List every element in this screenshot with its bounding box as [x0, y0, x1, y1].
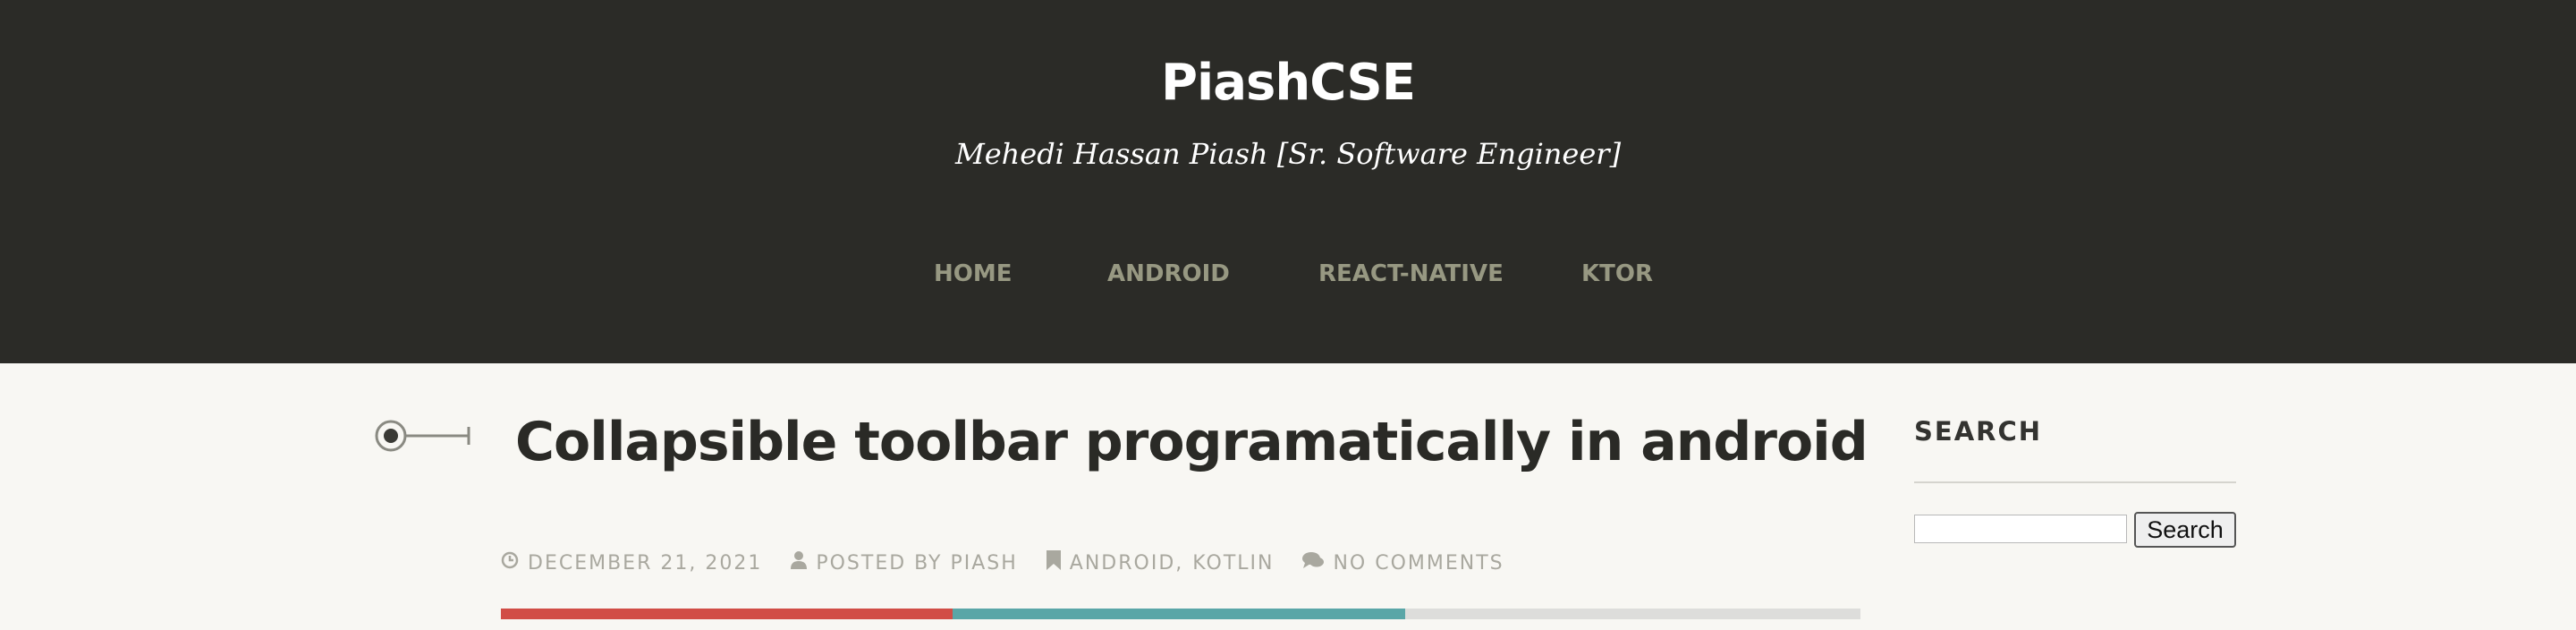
post-author: POSTED BY PIASH — [791, 551, 1017, 575]
bookmark-icon — [1046, 550, 1061, 575]
nav-item-android[interactable]: ANDROID — [1107, 256, 1230, 292]
site-title[interactable]: PiashCSE — [0, 52, 2576, 115]
nav-item-ktor[interactable]: KTOR — [1581, 256, 1653, 292]
post-meta: DECEMBER 21, 2021 POSTED BY PIASH ANDROI… — [501, 549, 1533, 576]
color-bar-gray — [1405, 609, 1860, 619]
nav-item-react-native[interactable]: REACT-NATIVE — [1318, 256, 1504, 292]
post-color-bar — [501, 609, 1860, 619]
category-separator: , — [1175, 551, 1184, 575]
post-author-link[interactable]: POSTED BY PIASH — [816, 552, 1017, 575]
color-bar-red — [501, 609, 953, 619]
category-kotlin[interactable]: KOTLIN — [1192, 552, 1274, 575]
post-categories: ANDROID , KOTLIN — [1046, 550, 1275, 575]
search-widget-title: SEARCH — [1914, 416, 2043, 447]
user-icon — [791, 551, 808, 575]
post-comments-link[interactable]: NO COMMENTS — [1333, 552, 1504, 575]
post-date: DECEMBER 21, 2021 — [501, 551, 762, 575]
standard-post-icon — [374, 419, 474, 453]
category-android[interactable]: ANDROID — [1070, 552, 1175, 575]
post-date-link[interactable]: DECEMBER 21, 2021 — [528, 552, 762, 575]
clock-icon — [501, 551, 519, 575]
color-bar-teal — [953, 609, 1405, 619]
search-button[interactable]: Search — [2134, 512, 2236, 548]
search-input[interactable] — [1914, 515, 2127, 543]
site-header: PiashCSE Mehedi Hassan Piash [Sr. Softwa… — [0, 0, 2576, 363]
post-comments: NO COMMENTS — [1302, 551, 1504, 575]
search-widget-divider — [1914, 481, 2236, 483]
main-nav: HOME ANDROID REACT-NATIVE KTOR — [0, 256, 2576, 292]
comments-icon — [1302, 551, 1325, 575]
post-title[interactable]: Collapsible toolbar programatically in a… — [515, 404, 1868, 480]
site-tagline: Mehedi Hassan Piash [Sr. Software Engine… — [954, 137, 1622, 171]
nav-item-home[interactable]: HOME — [934, 256, 1013, 292]
